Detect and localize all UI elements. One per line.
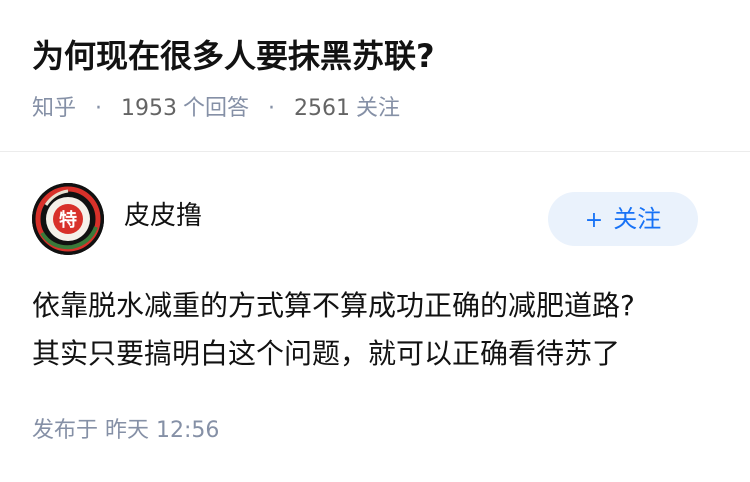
answer-content[interactable]: 依靠脱水减重的方式算不算成功正确的减肥道路? 其实只要搞明白这个问题，就可以正确… xyxy=(32,282,722,378)
post-time-value: 昨天 12:56 xyxy=(105,418,220,443)
followers-label: 关注 xyxy=(356,96,401,121)
red-emblem-avatar-icon: 特 xyxy=(32,183,104,255)
avatar-character: 特 xyxy=(59,209,77,231)
post-time: 发布于 昨天 12:56 xyxy=(32,416,219,446)
post-time-label: 发布于 xyxy=(32,418,99,443)
avatar[interactable]: 特 xyxy=(32,183,104,255)
plus-icon: + xyxy=(584,208,604,233)
author-name[interactable]: 皮皮撸 xyxy=(124,198,202,234)
source-label[interactable]: 知乎 xyxy=(32,96,76,121)
followers-count: 2561 xyxy=(294,96,351,121)
follow-button-label: 关注 xyxy=(613,205,662,233)
answers-count: 1953 xyxy=(121,96,178,121)
content-line: 依靠脱水减重的方式算不算成功正确的减肥道路? xyxy=(32,289,635,322)
answers-label: 个回答 xyxy=(183,96,250,121)
meta-separator: · xyxy=(268,96,276,121)
meta-separator: · xyxy=(95,96,103,121)
question-header: 为何现在很多人要抹黑苏联? 知乎 · 1953 个回答 · 2561 关注 xyxy=(0,0,750,152)
question-meta: 知乎 · 1953 个回答 · 2561 关注 xyxy=(32,94,400,124)
follow-button[interactable]: + 关注 xyxy=(548,192,698,246)
content-line: 其实只要搞明白这个问题，就可以正确看待苏了 xyxy=(32,337,621,370)
question-title[interactable]: 为何现在很多人要抹黑苏联? xyxy=(32,34,435,78)
